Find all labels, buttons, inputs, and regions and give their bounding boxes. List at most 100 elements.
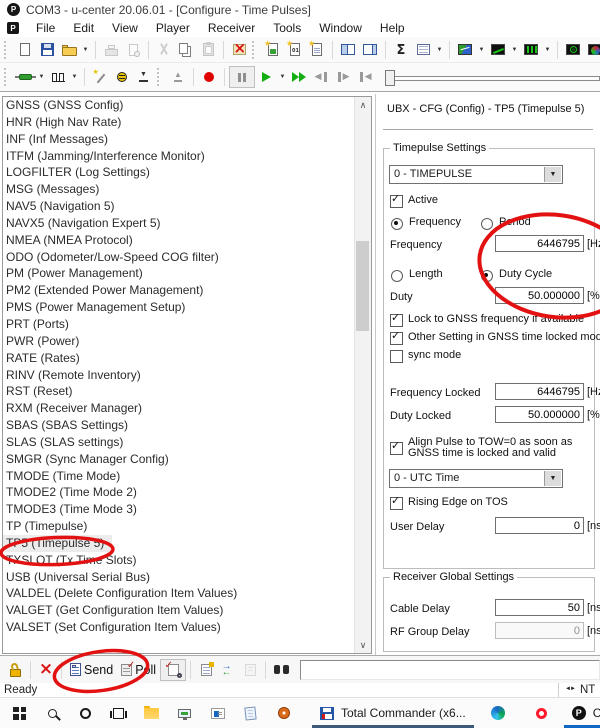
list-item[interactable]: VALDEL (Delete Configuration Item Values… (3, 585, 371, 602)
list-item[interactable]: NAV5 (Navigation 5) (3, 198, 371, 215)
page-edit-button[interactable] (195, 660, 217, 680)
connect-button[interactable] (14, 67, 36, 87)
news-app-button[interactable] (201, 698, 234, 728)
send-button[interactable]: Send (66, 659, 117, 681)
duty-cycle-radio[interactable] (481, 270, 493, 282)
print-preview-button[interactable] (122, 40, 144, 60)
baudrate-dropdown[interactable] (69, 68, 80, 86)
play-button[interactable] (255, 67, 277, 87)
period-radio[interactable] (481, 218, 493, 230)
list-item[interactable]: TP (Timepulse) (3, 518, 371, 535)
open-dropdown[interactable] (80, 41, 91, 59)
list-item[interactable]: ITFM (Jamming/Interference Monitor) (3, 148, 371, 165)
clear-messages-button[interactable] (228, 40, 250, 60)
eject-button[interactable] (167, 67, 189, 87)
new-histogram-view-button[interactable] (284, 40, 306, 60)
list-item[interactable]: TMODE3 (Time Mode 3) (3, 501, 371, 518)
edge-browser-button[interactable] (482, 698, 515, 728)
list-item[interactable]: VALSET (Set Configuration Item Values) (3, 619, 371, 636)
menu-tools[interactable]: Tools (264, 20, 310, 36)
notepad-app-button[interactable] (234, 698, 267, 728)
child-window-icon[interactable]: P (7, 22, 19, 34)
scrollbar-thumb[interactable] (356, 241, 369, 331)
new-file-button[interactable] (14, 40, 36, 60)
debug-button[interactable] (111, 67, 133, 87)
list-item[interactable]: HNR (High Nav Rate) (3, 114, 371, 131)
timepulse-select[interactable]: 0 - TIMEPULSE (389, 165, 563, 184)
length-radio[interactable] (391, 270, 403, 282)
menu-help[interactable]: Help (371, 20, 414, 36)
chart-view-button[interactable] (487, 40, 509, 60)
toolbar-grip[interactable] (4, 41, 10, 59)
other-setting-checkbox[interactable] (390, 332, 403, 345)
list-item[interactable]: PWR (Power) (3, 333, 371, 350)
command-field[interactable] (300, 660, 600, 680)
statistics-button[interactable] (390, 40, 412, 60)
find-button[interactable] (270, 660, 292, 680)
autobaud-button[interactable] (89, 67, 111, 87)
map-view-button[interactable] (454, 40, 476, 60)
u-center-taskbar-button[interactable]: P COM3 - (564, 698, 600, 728)
save-button[interactable] (36, 40, 58, 60)
list-item[interactable]: MSG (Messages) (3, 181, 371, 198)
align-pulse-checkbox[interactable] (390, 442, 403, 455)
playback-slider[interactable] (384, 68, 600, 86)
menu-receiver[interactable]: Receiver (199, 20, 264, 36)
histogram-view-button[interactable] (520, 40, 542, 60)
menu-view[interactable]: View (103, 20, 147, 36)
histogram-view-dropdown[interactable] (542, 41, 553, 59)
list-item[interactable]: TMODE (Time Mode) (3, 468, 371, 485)
baudrate-button[interactable] (47, 67, 69, 87)
list-item[interactable]: SMGR (Sync Manager Config) (3, 451, 371, 468)
list-item[interactable]: TMODE2 (Time Mode 2) (3, 484, 371, 501)
frequency-input[interactable]: 6446795 (495, 235, 584, 252)
list-item[interactable]: RST (Reset) (3, 383, 371, 400)
scroll-down-arrow-icon[interactable]: ∨ (355, 637, 371, 653)
list-item[interactable]: PRT (Ports) (3, 316, 371, 333)
slider-handle[interactable] (385, 70, 395, 86)
toolbar-grip[interactable] (4, 68, 10, 86)
active-checkbox[interactable] (390, 195, 403, 208)
start-button[interactable] (3, 698, 36, 728)
menu-window[interactable]: Window (310, 20, 371, 36)
monitor-app-button[interactable] (168, 698, 201, 728)
connect-dropdown[interactable] (36, 68, 47, 86)
auto-poll-button[interactable] (160, 659, 186, 681)
list-item[interactable]: VALGET (Get Configuration Item Values) (3, 602, 371, 619)
list-item[interactable]: PM2 (Extended Power Management) (3, 282, 371, 299)
copy-button[interactable] (175, 40, 197, 60)
open-button[interactable] (58, 40, 80, 60)
user-delay-input[interactable]: 0 (495, 517, 584, 534)
list-item[interactable]: LOGFILTER (Log Settings) (3, 164, 371, 181)
toolbar-grip[interactable] (252, 41, 258, 59)
task-view-button[interactable] (102, 698, 135, 728)
step-forward-button[interactable] (332, 67, 354, 87)
list-item[interactable]: PM (Power Management) (3, 265, 371, 282)
menu-edit[interactable]: Edit (64, 20, 103, 36)
lock-button[interactable] (4, 660, 26, 680)
lock-gnss-checkbox[interactable] (390, 314, 403, 327)
duty-input[interactable]: 50.000000 (495, 287, 584, 304)
list-item[interactable]: GNSS (GNSS Config) (3, 97, 371, 114)
play-dropdown[interactable] (277, 68, 288, 86)
toolbar-grip[interactable] (157, 68, 163, 86)
list-button[interactable] (239, 660, 261, 680)
record-button[interactable] (198, 67, 220, 87)
duty-locked-input[interactable]: 50.000000 (495, 406, 584, 423)
dropdown-arrow-icon[interactable] (544, 471, 561, 486)
menu-file[interactable]: File (27, 20, 64, 36)
list-scrollbar[interactable]: ∧ ∨ (354, 97, 371, 653)
list-item[interactable]: RINV (Remote Inventory) (3, 367, 371, 384)
total-commander-taskbar-button[interactable]: Total Commander (x6... (312, 698, 474, 728)
splitter[interactable] (375, 94, 376, 655)
new-table-view-button[interactable] (306, 40, 328, 60)
poll-button[interactable]: Poll (117, 659, 160, 681)
list-item[interactable]: NAVX5 (Navigation Expert 5) (3, 215, 371, 232)
list-item[interactable]: USB (Universal Serial Bus) (3, 569, 371, 586)
sync-mode-checkbox[interactable] (390, 350, 403, 363)
split-horizontal-button[interactable] (337, 40, 359, 60)
cortana-button[interactable] (69, 698, 102, 728)
list-item[interactable]: ODO (Odometer/Low-Speed COG filter) (3, 249, 371, 266)
cut-button[interactable] (153, 40, 175, 60)
sky-view-button[interactable] (584, 40, 600, 60)
